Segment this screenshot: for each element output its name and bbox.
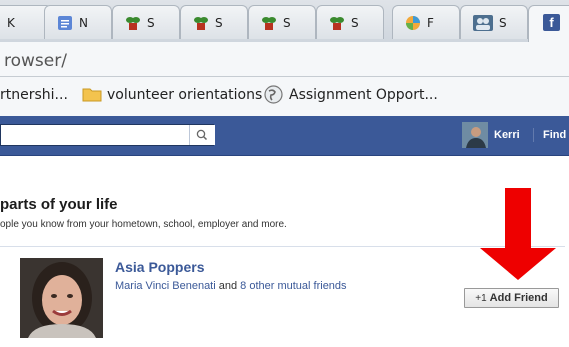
tab-label: S (147, 16, 155, 30)
nav-user-link[interactable]: Kerri (494, 129, 520, 141)
add-friend-icon: +1 (475, 293, 487, 304)
mutual-friend-link[interactable]: Maria Vinci Benenati (115, 280, 216, 292)
browser-tab-2[interactable]: N (44, 5, 112, 39)
tab-label: S (499, 16, 507, 30)
mutual-friends-line: Maria Vinci Benenati and 8 other mutual … (115, 280, 347, 292)
plant-icon (193, 15, 209, 31)
browser-tab-4[interactable]: S (180, 5, 248, 39)
facebook-header: Kerri Find (0, 116, 569, 156)
section-heading: parts of your life (0, 196, 118, 213)
browser-tab-5[interactable]: S (248, 5, 316, 39)
search-input[interactable] (0, 124, 215, 146)
red-arrow-icon (480, 188, 556, 280)
tab-label: S (283, 16, 291, 30)
tab-label: S (351, 16, 359, 30)
group-icon (473, 15, 493, 31)
mutual-and-text: and (215, 280, 241, 292)
globe-icon (264, 85, 283, 104)
document-icon (57, 15, 73, 31)
folder-icon (82, 87, 102, 102)
bookmarks-bar: rtnershi... volunteer orientations Assig… (0, 77, 569, 117)
browser-tab-8[interactable]: S (460, 5, 528, 39)
address-bar[interactable]: rowser/ (0, 42, 569, 77)
tab-strip: K N S S S S F S f (0, 0, 569, 42)
suggested-friend-name[interactable]: Asia Poppers (115, 259, 204, 275)
avatar[interactable] (462, 122, 488, 148)
tab-label: K (7, 16, 15, 30)
bookmark-volunteer-orientations[interactable]: volunteer orientations (107, 87, 262, 103)
search-icon (196, 129, 208, 141)
nav-divider (533, 128, 534, 142)
plant-icon (329, 15, 345, 31)
section-subheading: ople you know from your hometown, school… (0, 219, 287, 230)
tab-label: N (79, 16, 88, 30)
plant-icon (261, 15, 277, 31)
nav-find-friends-link[interactable]: Find (543, 129, 566, 141)
bookmark-assignment-opportunities[interactable]: Assignment Opport... (289, 87, 438, 103)
other-mutual-friends-link[interactable]: 8 other mutual friends (240, 280, 346, 292)
add-friend-button[interactable]: +1 Add Friend (464, 288, 559, 308)
browser-tab-3[interactable]: S (112, 5, 180, 39)
bookmark-partnership[interactable]: rtnershi... (0, 87, 68, 103)
url-text[interactable]: rowser/ (4, 51, 67, 71)
add-friend-label: Add Friend (489, 292, 548, 304)
browser-tab-active[interactable]: f (528, 5, 569, 42)
browser-tab-7[interactable]: F (392, 5, 460, 39)
profile-photo[interactable] (20, 258, 103, 338)
tab-label: F (427, 16, 434, 30)
browser-tab-6[interactable]: S (316, 5, 384, 39)
colorful-icon (405, 15, 421, 31)
search-button[interactable] (189, 125, 215, 145)
facebook-icon: f (543, 14, 560, 31)
plant-icon (125, 15, 141, 31)
tab-label: S (215, 16, 223, 30)
